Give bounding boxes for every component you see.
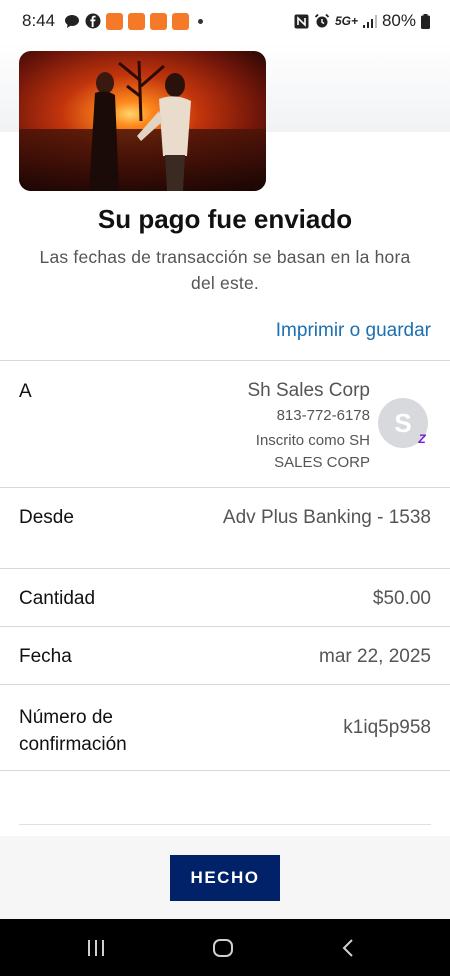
confirmation-number-value: k1iq5p958 <box>343 717 431 738</box>
divider <box>0 568 450 569</box>
status-bar: 8:44 5G+ 80% <box>0 0 450 42</box>
chat-bubble-icon <box>64 14 80 29</box>
divider <box>0 487 450 488</box>
back-chevron-icon <box>342 938 353 957</box>
amount-value: $50.00 <box>372 588 431 609</box>
signal-icon <box>362 14 377 28</box>
status-bar-right: 5G+ 80% <box>294 11 430 31</box>
temu-app-icon <box>150 12 168 30</box>
temu-app-icon <box>106 12 124 30</box>
system-navigation-bar <box>0 919 450 976</box>
home-button[interactable] <box>193 919 253 976</box>
recipient-enrolled-as: Inscrito como SH SALES CORP <box>255 432 370 471</box>
print-or-save-link[interactable]: Imprimir o guardar <box>276 320 431 342</box>
divider <box>0 684 450 685</box>
more-notifications-icon <box>198 18 204 24</box>
back-button[interactable] <box>318 919 378 976</box>
divider <box>0 360 450 361</box>
confirmation-number-label: Número de confirmación <box>19 707 127 755</box>
from-label: Desde <box>19 507 74 528</box>
recipient-name: Sh Sales Corp <box>247 380 370 401</box>
home-icon <box>213 938 233 957</box>
recent-apps-button[interactable] <box>66 919 126 976</box>
temu-app-icon <box>128 12 146 30</box>
couple-at-sunset-photo <box>19 51 266 191</box>
to-label: A <box>19 381 32 402</box>
alarm-icon <box>314 13 330 29</box>
divider <box>19 824 431 825</box>
network-type: 5G+ <box>334 14 358 28</box>
recipient-phone: 813-772-6178 <box>276 407 370 424</box>
status-time: 8:44 <box>22 11 56 30</box>
date-value: mar 22, 2025 <box>319 646 431 667</box>
amount-label: Cantidad <box>19 588 96 609</box>
done-button[interactable]: HECHO <box>170 855 280 901</box>
temu-app-icon <box>172 12 190 30</box>
divider <box>0 626 450 627</box>
battery-percent: 80% <box>381 11 416 30</box>
battery-icon <box>421 13 430 29</box>
zelle-badge-icon: Z <box>418 432 426 446</box>
status-bar-left: 8:44 <box>22 11 204 31</box>
avatar-initial: S <box>394 407 412 438</box>
timezone-note: Las fechas de transacción se basan en la… <box>39 247 411 293</box>
nfc-icon <box>294 14 309 29</box>
from-account: Adv Plus Banking - 1538 <box>222 507 431 528</box>
recent-apps-icon <box>88 939 104 956</box>
facebook-icon <box>85 13 101 29</box>
divider <box>0 770 450 771</box>
page-title: Su pago fue enviado <box>97 204 353 234</box>
date-label: Fecha <box>19 646 72 667</box>
